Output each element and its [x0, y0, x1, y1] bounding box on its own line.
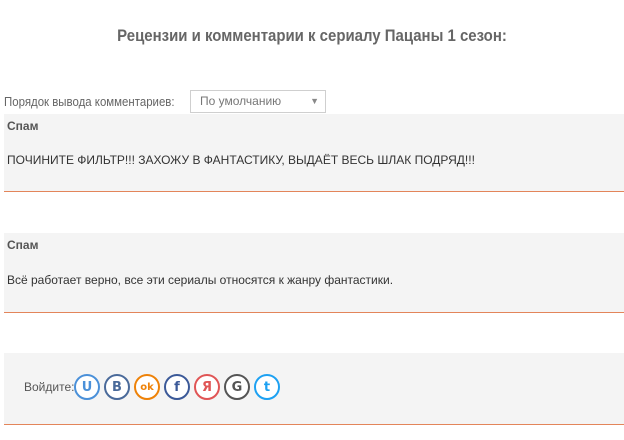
- social-login-row: U B ok f Я G t: [74, 374, 280, 400]
- chevron-down-icon: ▼: [310, 96, 319, 106]
- comment-item: Спам Всё работает верно, все эти сериалы…: [4, 233, 624, 313]
- twitter-icon[interactable]: t: [254, 374, 280, 400]
- login-box: Войдите: U B ok f Я G t: [4, 353, 624, 425]
- sort-row: Порядок вывода комментариев: По умолчани…: [4, 89, 326, 113]
- comment-author[interactable]: Спам: [7, 238, 38, 252]
- page-title: Рецензии и комментарии к сериалу Пацаны …: [117, 26, 507, 45]
- yandex-icon[interactable]: Я: [194, 374, 220, 400]
- comment-text: ПОЧИНИТЕ ФИЛЬТР!!! ЗАХОЖУ В ФАНТАСТИКУ, …: [7, 153, 475, 167]
- sort-select[interactable]: По умолчанию ▼: [190, 89, 326, 113]
- comment-author[interactable]: Спам: [7, 119, 38, 133]
- vk-icon[interactable]: B: [104, 374, 130, 400]
- odnoklassniki-icon[interactable]: ok: [134, 374, 160, 400]
- sort-label: Порядок вывода комментариев:: [4, 93, 175, 109]
- google-icon[interactable]: G: [224, 374, 250, 400]
- facebook-icon[interactable]: f: [164, 374, 190, 400]
- sort-selected-value: По умолчанию: [200, 94, 282, 108]
- login-label: Войдите:: [24, 380, 75, 394]
- comment-text: Всё работает верно, все эти сериалы отно…: [7, 273, 394, 287]
- u-icon[interactable]: U: [74, 374, 100, 400]
- comment-item: Спам ПОЧИНИТЕ ФИЛЬТР!!! ЗАХОЖУ В ФАНТАСТ…: [4, 114, 624, 192]
